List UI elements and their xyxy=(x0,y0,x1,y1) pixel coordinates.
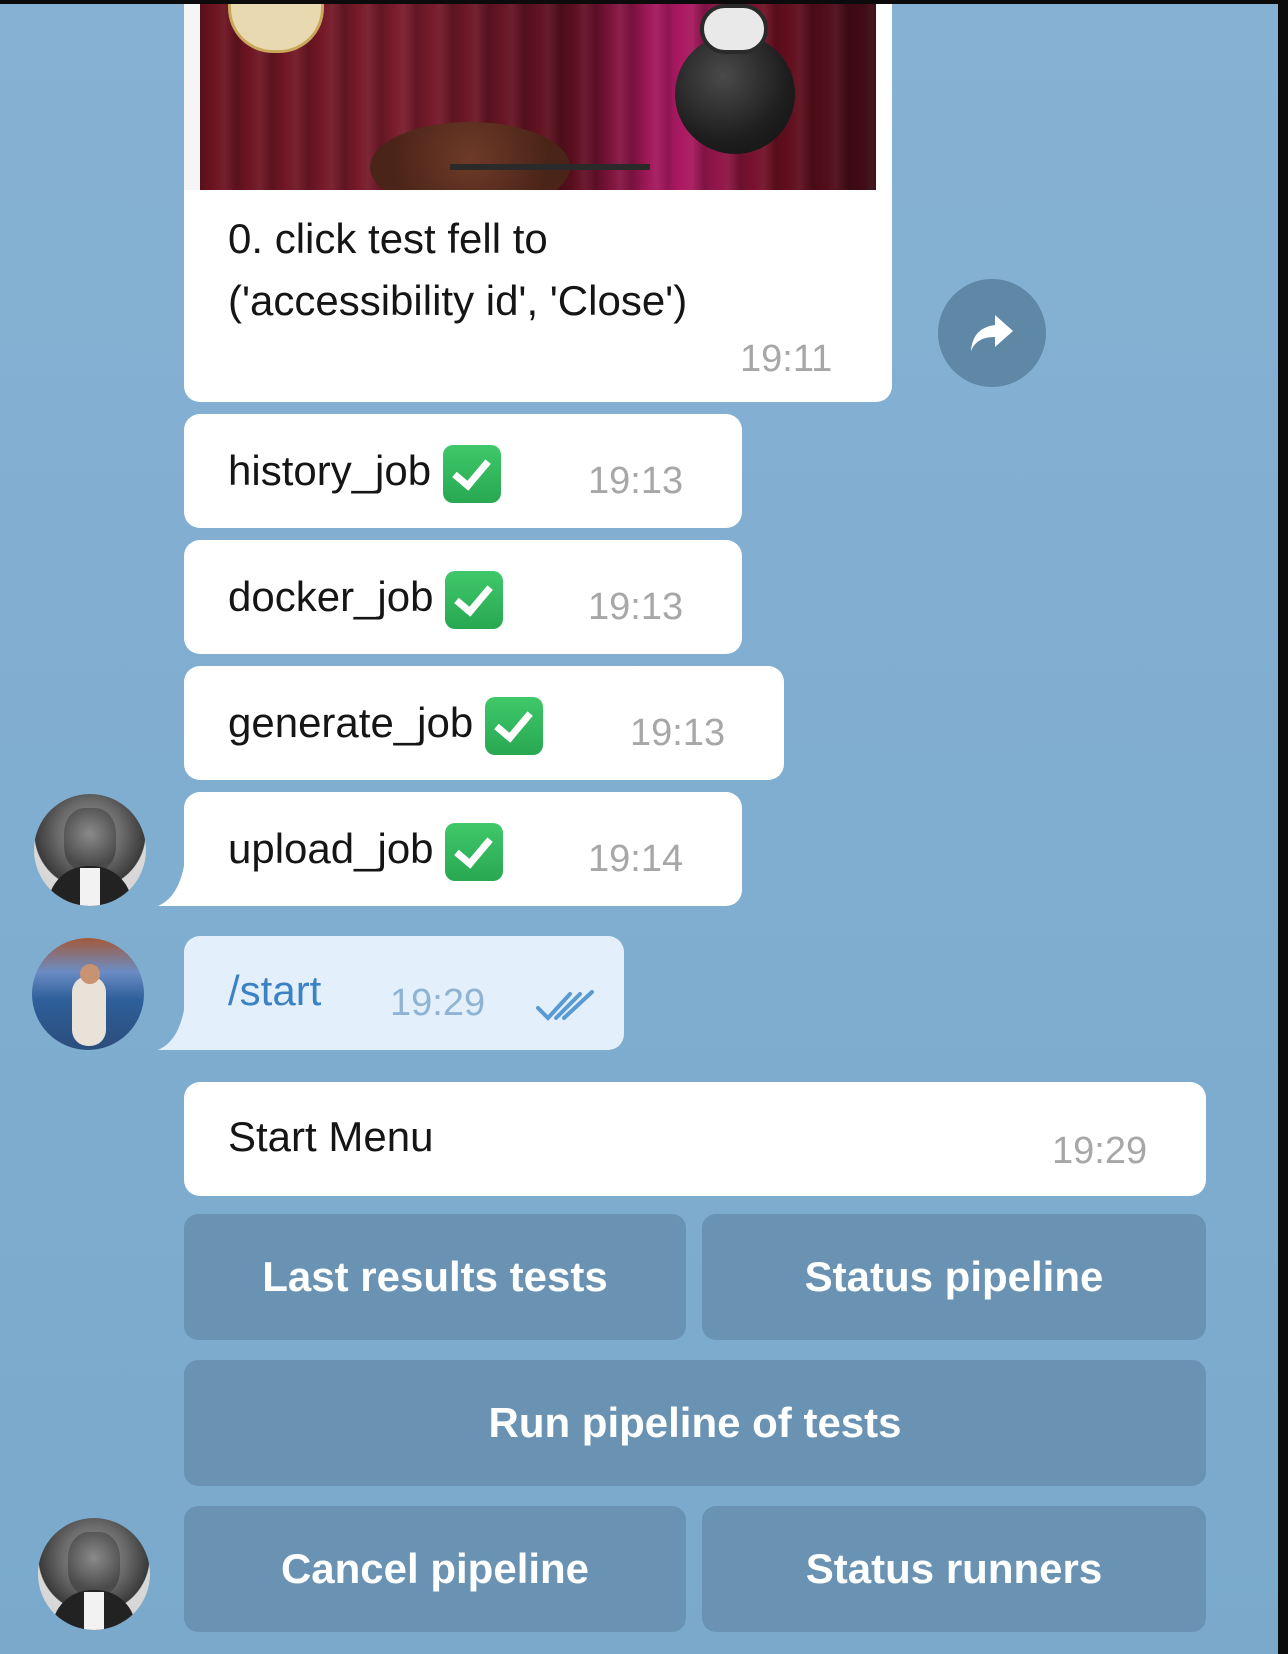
double-check-icon xyxy=(536,990,594,1021)
start-menu-message[interactable]: Start Menu 19:29 xyxy=(184,1082,1206,1196)
green-check-icon xyxy=(442,444,501,503)
sent-text: /start xyxy=(228,967,322,1014)
media-preview[interactable] xyxy=(184,4,892,190)
message-time: 19:13 xyxy=(588,586,684,628)
bubble-tail xyxy=(158,1010,184,1050)
job-message[interactable]: history_job 19:13 xyxy=(184,414,742,528)
job-message[interactable]: upload_job 19:14 xyxy=(184,792,742,906)
avatar-face xyxy=(64,808,116,872)
failure-line-1: 0. click test fell to xyxy=(228,215,548,262)
message-time: 19:14 xyxy=(588,838,684,880)
job-name: docker_job xyxy=(228,573,434,620)
job-label: generate_job xyxy=(228,694,543,755)
message-time: 19:29 xyxy=(1052,1130,1148,1172)
failure-line-2: ('accessibility id', 'Close') xyxy=(228,277,688,324)
chat-screen: 0. click test fell to ('accessibility id… xyxy=(0,0,1288,1654)
message-time: 19:11 xyxy=(740,338,833,380)
user-avatar[interactable] xyxy=(32,938,144,1050)
test-failure-message[interactable]: 0. click test fell to ('accessibility id… xyxy=(184,190,892,402)
green-check-icon xyxy=(445,570,504,629)
run-pipeline-button[interactable]: Run pipeline of tests xyxy=(184,1360,1206,1486)
green-check-icon xyxy=(484,696,543,755)
avatar-shirt xyxy=(80,868,100,906)
green-check-icon xyxy=(445,822,504,881)
job-label: history_job xyxy=(228,442,501,503)
job-label: docker_job xyxy=(228,568,504,629)
job-name: history_job xyxy=(228,447,432,494)
avatar-person xyxy=(72,976,106,1046)
forward-button[interactable] xyxy=(938,279,1046,387)
avatar-shirt xyxy=(84,1592,104,1630)
job-name: upload_job xyxy=(228,825,434,872)
status-runners-button[interactable]: Status runners xyxy=(702,1506,1206,1632)
message-time: 19:13 xyxy=(630,712,726,754)
status-pipeline-button[interactable]: Status pipeline xyxy=(702,1214,1206,1340)
start-menu-text: Start Menu xyxy=(228,1113,434,1160)
job-message[interactable]: generate_job 19:13 xyxy=(184,666,784,780)
bot-avatar[interactable] xyxy=(34,794,146,906)
right-edge xyxy=(1278,0,1288,1654)
message-time: 19:29 xyxy=(390,982,486,1024)
last-results-tests-button[interactable]: Last results tests xyxy=(184,1214,686,1340)
avatar-face xyxy=(68,1532,120,1596)
sent-message[interactable]: /start 19:29 xyxy=(184,936,624,1050)
media-bar xyxy=(450,164,650,170)
job-label: upload_job xyxy=(228,820,504,881)
job-message[interactable]: docker_job 19:13 xyxy=(184,540,742,654)
share-forward-icon xyxy=(971,315,1013,351)
message-time: 19:13 xyxy=(588,460,684,502)
job-name: generate_job xyxy=(228,699,474,746)
media-figure-head xyxy=(700,4,768,54)
avatar-head xyxy=(80,964,100,984)
bubble-tail xyxy=(158,866,184,906)
cancel-pipeline-button[interactable]: Cancel pipeline xyxy=(184,1506,686,1632)
bot-avatar[interactable] xyxy=(38,1518,150,1630)
